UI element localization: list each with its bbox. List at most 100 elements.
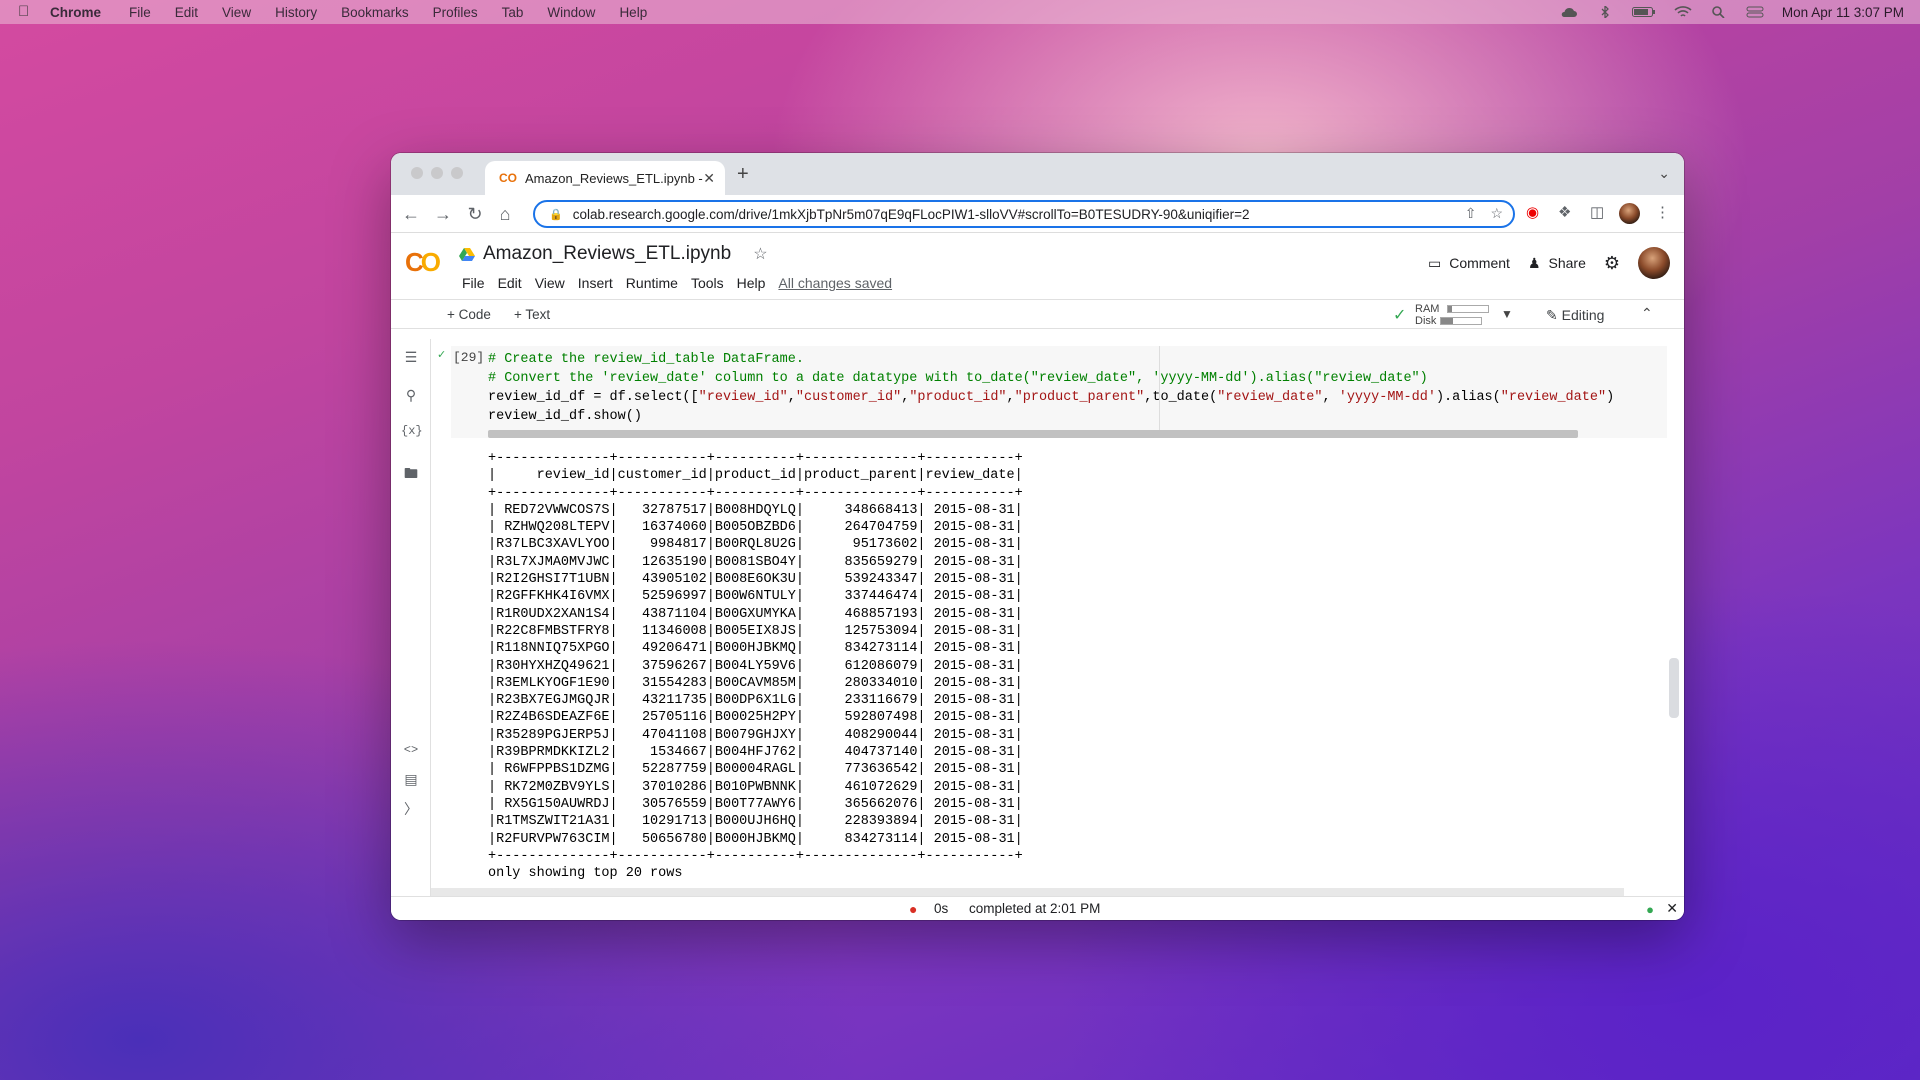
close-status-icon[interactable]: ✕: [1666, 900, 1678, 917]
files-folder-icon[interactable]: 🖿: [401, 463, 421, 487]
terminal-icon[interactable]: 〉: [401, 799, 421, 819]
code-line[interactable]: review_id_df.show(): [488, 407, 1614, 426]
command-palette-icon[interactable]: ▤: [401, 771, 421, 788]
close-window-button[interactable]: [411, 167, 423, 179]
menubar-item-profiles[interactable]: Profiles: [433, 5, 478, 20]
apple-icon[interactable]: : [18, 4, 32, 20]
colab-menu-runtime[interactable]: Runtime: [626, 275, 678, 291]
table-cell: B000UJH6HQ: [714, 814, 796, 830]
menubar-item-bookmarks[interactable]: Bookmarks: [341, 5, 409, 20]
wifi-icon[interactable]: [1674, 6, 1692, 18]
resources-dropdown-icon[interactable]: ▼: [1501, 307, 1513, 321]
code-line[interactable]: review_id_df = df.select(["review_id","c…: [488, 388, 1614, 407]
add-text-cell-button[interactable]: + Text: [514, 307, 550, 322]
code-line[interactable]: # Convert the 'review_date' column to a …: [488, 369, 1614, 388]
table-row: |R3EMLKYOGF1E90| 31554283|B00CAVM85M| 28…: [488, 675, 1023, 691]
url-text[interactable]: colab.research.google.com/drive/1mkXjbTp…: [573, 207, 1250, 222]
editing-mode-button[interactable]: ✎ Editing: [1546, 307, 1604, 324]
colab-menu-help[interactable]: Help: [737, 275, 766, 291]
table-cell: 2015-08-31: [925, 502, 1015, 518]
colab-menu-tools[interactable]: Tools: [691, 275, 724, 291]
menubar-item-view[interactable]: View: [222, 5, 251, 20]
maximize-window-button[interactable]: [451, 167, 463, 179]
colab-menu-edit[interactable]: Edit: [498, 275, 522, 291]
bookmark-star-icon[interactable]: ☆: [1490, 205, 1503, 222]
notebook-title[interactable]: Amazon_Reviews_ETL.ipynb: [483, 243, 731, 265]
notebook-title-area: Amazon_Reviews_ETL.ipynb ☆: [459, 243, 768, 265]
collapse-header-chevron-icon[interactable]: ⌃: [1641, 305, 1653, 322]
table-cell: 773636542: [804, 762, 918, 778]
back-button[interactable]: ←: [401, 204, 421, 225]
comment-button[interactable]: ▭ Comment: [1428, 255, 1510, 272]
bluetooth-icon[interactable]: [1596, 6, 1614, 18]
table-cell: 37010286: [617, 779, 707, 795]
settings-gear-icon[interactable]: ⚙: [1604, 253, 1620, 274]
spotlight-search-icon[interactable]: [1710, 6, 1728, 18]
star-notebook-icon[interactable]: ☆: [753, 244, 767, 264]
variables-icon[interactable]: {x}: [401, 424, 423, 438]
add-code-cell-button[interactable]: + Code: [447, 307, 491, 322]
menubar-clock[interactable]: Mon Apr 11 3:07 PM: [1782, 5, 1904, 20]
cloud-icon[interactable]: [1560, 6, 1578, 18]
lock-icon[interactable]: 🔒: [549, 208, 563, 221]
status-message: completed at 2:01 PM: [969, 901, 1101, 916]
share-page-icon[interactable]: ⇧: [1465, 205, 1477, 222]
code-editor[interactable]: # Create the review_id_table DataFrame. #…: [488, 350, 1614, 426]
tab-search-chevron-icon[interactable]: ⌄: [1658, 165, 1670, 182]
notebook-vertical-scrollbar[interactable]: [1669, 658, 1679, 718]
address-bar[interactable]: 🔒 colab.research.google.com/drive/1mkXjb…: [533, 200, 1515, 228]
code-cell[interactable]: ✓ [29] # Create the review_id_table Data…: [437, 346, 1667, 438]
forward-button[interactable]: →: [433, 204, 453, 225]
menubar-item-window[interactable]: Window: [547, 5, 595, 20]
chrome-menu-icon[interactable]: ⋮: [1655, 203, 1670, 221]
macos-menubar:  Chrome File Edit View History Bookmark…: [0, 0, 1920, 24]
battery-icon[interactable]: [1631, 6, 1656, 18]
code-line[interactable]: # Create the review_id_table DataFrame.: [488, 350, 1614, 369]
menubar-app-name[interactable]: Chrome: [50, 5, 101, 20]
code-token: ,: [787, 390, 796, 405]
profile-avatar[interactable]: [1619, 203, 1640, 224]
side-panel-icon[interactable]: ◫: [1590, 203, 1604, 221]
resource-monitor[interactable]: RAM Disk: [1415, 303, 1490, 327]
connected-check-icon[interactable]: ✓: [1393, 305, 1406, 325]
menubar-item-file[interactable]: File: [129, 5, 151, 20]
menubar-item-help[interactable]: Help: [619, 5, 647, 20]
minimize-window-button[interactable]: [431, 167, 443, 179]
code-horizontal-scrollbar[interactable]: [488, 430, 1578, 438]
table-cell: B005OBZBD6: [714, 520, 796, 536]
search-icon[interactable]: ⚲: [401, 387, 421, 404]
cell-success-check-icon[interactable]: ✓: [437, 348, 446, 361]
home-button[interactable]: ⌂: [495, 204, 515, 225]
code-token: 'yyyy-MM-dd': [1338, 390, 1436, 405]
account-avatar[interactable]: [1638, 247, 1670, 279]
google-drive-icon[interactable]: [459, 247, 475, 261]
extensions-puzzle-icon[interactable]: ❖: [1558, 203, 1571, 221]
browser-tab-active[interactable]: CO Amazon_Reviews_ETL.ipynb - ✕: [485, 161, 725, 195]
colab-menu-file[interactable]: File: [462, 275, 485, 291]
code-snippets-icon[interactable]: <>: [401, 743, 421, 757]
table-cell: 125753094: [804, 623, 918, 639]
colab-menu-insert[interactable]: Insert: [578, 275, 613, 291]
code-token: "product_id": [909, 390, 1007, 405]
control-center-icon[interactable]: [1746, 6, 1764, 18]
output-footer: only showing top 20 rows: [488, 866, 683, 882]
table-of-contents-icon[interactable]: ☰: [401, 349, 421, 366]
save-status-link[interactable]: All changes saved: [778, 275, 892, 291]
colab-menu-view[interactable]: View: [535, 275, 565, 291]
output-horizontal-scrollbar[interactable]: [431, 888, 1624, 896]
opera-extension-icon[interactable]: ◉: [1526, 203, 1539, 221]
table-cell: 2015-08-31: [925, 554, 1015, 570]
share-button[interactable]: ♟ Share: [1528, 255, 1586, 272]
tab-close-icon[interactable]: ✕: [703, 170, 715, 187]
colab-logo-icon[interactable]: CO: [405, 247, 441, 278]
menubar-item-tab[interactable]: Tab: [502, 5, 524, 20]
table-row: |R118NNIQ75XPGO| 49206471|B000HJBKMQ| 83…: [488, 641, 1023, 657]
table-row: | RED72VWWCOS7S| 32787517|B008HDQYLQ| 34…: [488, 502, 1023, 518]
table-cell: 31554283: [617, 675, 707, 691]
new-tab-button[interactable]: +: [737, 163, 749, 186]
reload-button[interactable]: ↻: [465, 204, 485, 225]
error-indicator-icon[interactable]: ●: [909, 901, 917, 917]
table-row: |R1R0UDX2XAN1S4| 43871104|B00GXUMYKA| 46…: [488, 606, 1023, 622]
menubar-item-history[interactable]: History: [275, 5, 317, 20]
menubar-item-edit[interactable]: Edit: [175, 5, 198, 20]
